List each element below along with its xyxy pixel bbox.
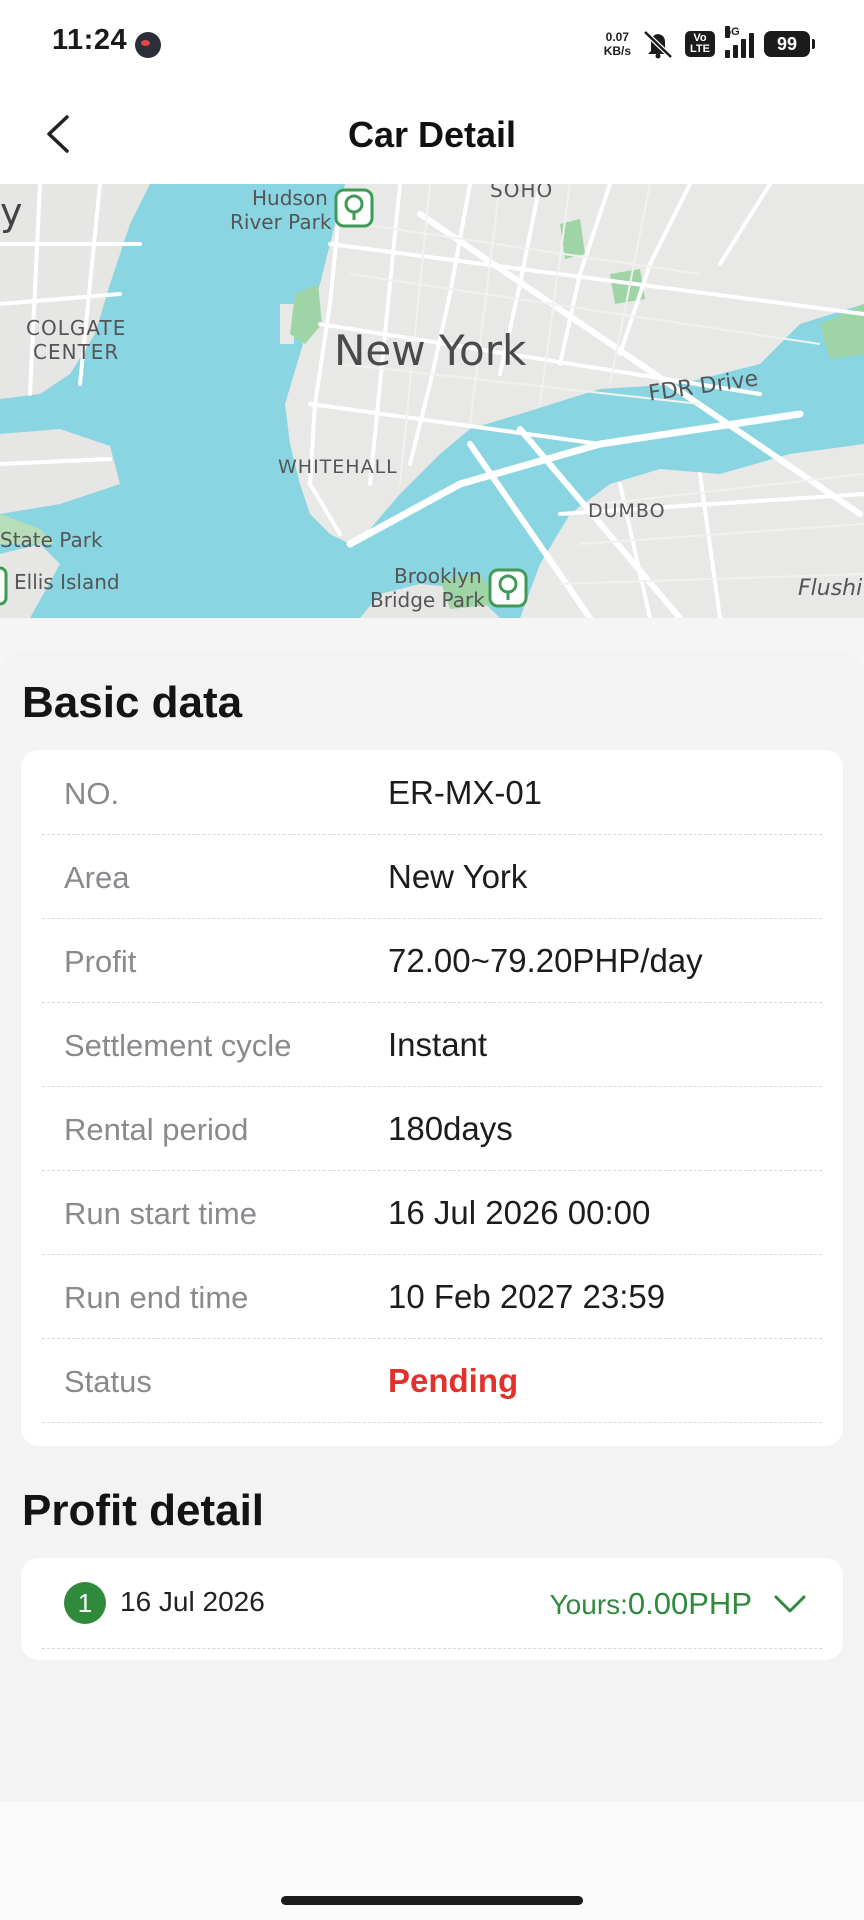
chevron-down-icon: [774, 1595, 806, 1613]
data-row-run-start-time: Run start time 16 Jul 2026 00:00: [42, 1170, 822, 1255]
net-speed: 0.07 KB/s: [603, 30, 632, 58]
row-label: Status: [64, 1364, 152, 1399]
map-label-hudson-river-park-1: Hudson: [252, 186, 328, 210]
status-icons: 0.07 KB/s Vo LTE 5G 99: [603, 24, 815, 64]
map-label-ellis-island: Ellis Island: [14, 570, 120, 594]
profit-detail-item[interactable]: 1 16 Jul 2026 Yours:0.00PHP: [42, 1558, 822, 1649]
status-time: 11:24: [52, 24, 128, 56]
map-label-flushing: Flushi: [798, 576, 863, 601]
data-row-rental-period: Rental period 180days: [42, 1086, 822, 1171]
map-label-dumbo: DUMBO: [588, 500, 666, 522]
profit-detail-title: Profit detail: [22, 1486, 265, 1535]
park-icon: [488, 568, 528, 608]
map-label-brooklyn-bridge-park-1: Brooklyn: [394, 564, 482, 588]
map-label-state-park: State Park: [0, 528, 103, 552]
data-row-run-end-time: Run end time 10 Feb 2027 23:59: [42, 1254, 822, 1339]
row-value: 10 Feb 2027 23:59: [388, 1278, 666, 1315]
basic-data-card: NO. ER-MX-01 Area New York Profit 72.00~…: [21, 750, 843, 1446]
park-icon: [334, 188, 374, 228]
row-value: 72.00~79.20PHP/day: [388, 942, 703, 979]
map-label-colgate-center-2: CENTER: [33, 340, 120, 364]
expand-button[interactable]: [770, 1584, 810, 1624]
row-value: New York: [388, 858, 528, 895]
map-label-colgate-center-1: COLGATE: [26, 316, 127, 340]
mute-icon: [643, 30, 673, 59]
detail-panel: Basic data NO. ER-MX-01 Area New York Pr…: [0, 652, 864, 1802]
profit-amount: Yours:0.00PHP: [549, 1586, 752, 1621]
data-row-no: NO. ER-MX-01: [42, 750, 822, 835]
notification-icon: [135, 32, 161, 58]
map-canvas: [0, 184, 864, 618]
page-title: Car Detail: [347, 114, 517, 155]
map-label-hudson-river-park-2: River Park: [230, 210, 332, 234]
basic-data-title: Basic data: [22, 678, 243, 727]
status-bar: 11:24 0.07 KB/s Vo LTE 5G 99: [0, 0, 864, 86]
map-label-whitehall: WHITEHALL: [278, 456, 398, 478]
map-label-edge: y: [0, 190, 23, 234]
row-value: ER-MX-01: [388, 774, 543, 811]
row-label: Rental period: [64, 1112, 249, 1147]
index-badge: 1: [64, 1582, 106, 1624]
app-header: Car Detail: [0, 86, 864, 184]
home-indicator[interactable]: [281, 1896, 583, 1905]
data-row-profit: Profit 72.00~79.20PHP/day: [42, 918, 822, 1003]
row-label: Run start time: [64, 1196, 257, 1231]
row-label: Area: [64, 860, 130, 895]
row-value: 180days: [388, 1110, 513, 1147]
row-value: Instant: [388, 1026, 488, 1063]
data-row-status: Status Pending: [42, 1338, 822, 1423]
profit-date: 16 Jul 2026: [120, 1586, 265, 1617]
map-label-soho: SOHO: [490, 184, 554, 202]
signal-icon: 5G: [725, 26, 754, 58]
status-badge: Pending: [388, 1362, 519, 1399]
data-row-area: Area New York: [42, 834, 822, 919]
row-label: Settlement cycle: [64, 1028, 292, 1063]
row-label: Profit: [64, 944, 137, 979]
row-label: NO.: [64, 776, 120, 811]
map-label-brooklyn-bridge-park-2: Bridge Park: [370, 588, 485, 612]
battery-icon: 99: [764, 31, 815, 57]
map-label-new-york: New York: [334, 326, 527, 375]
data-row-settlement-cycle: Settlement cycle Instant: [42, 1002, 822, 1087]
row-value: 16 Jul 2026 00:00: [388, 1194, 651, 1231]
volte-icon: Vo LTE: [685, 31, 715, 57]
row-label: Run end time: [64, 1280, 249, 1315]
map-view[interactable]: SOHO Hudson River Park y COLGATE CENTER …: [0, 184, 864, 618]
profit-detail-card: 1 16 Jul 2026 Yours:0.00PHP: [21, 1558, 843, 1660]
